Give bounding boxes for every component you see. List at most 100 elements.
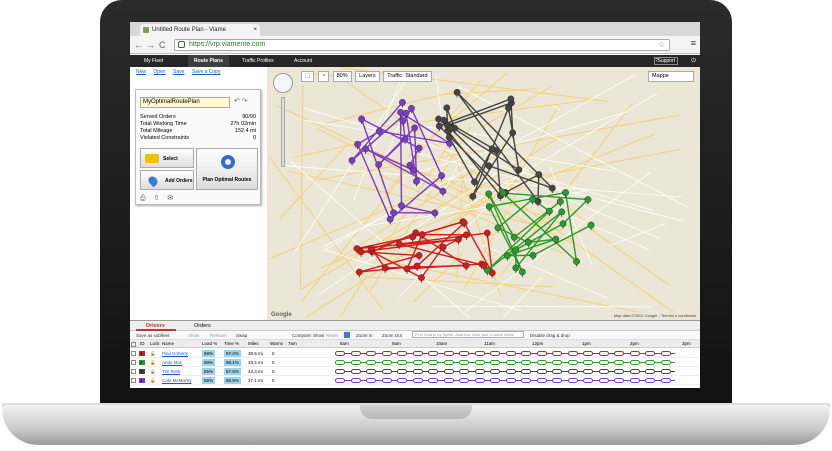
remove-button[interactable]: Remove (210, 331, 227, 340)
table-row[interactable]: 2 🔓 Andy Mac 68% 98.1% 33.4 mi 0 (130, 358, 700, 367)
timeline-stop[interactable] (459, 351, 469, 356)
timeline-stop[interactable] (614, 378, 624, 383)
back-icon[interactable]: ← (134, 39, 143, 51)
tab-orders[interactable]: Orders (184, 321, 211, 331)
nav-route-plans[interactable]: Route Plans (188, 55, 229, 67)
nav-my-fleet[interactable]: My Fleet (138, 55, 169, 67)
row-checkbox[interactable] (131, 378, 136, 383)
timeline-stop[interactable] (629, 360, 640, 365)
timeline-stop[interactable] (536, 360, 547, 365)
driver-name-link[interactable]: Paul Doherty (162, 349, 188, 358)
row-checkbox[interactable] (131, 351, 136, 356)
tab-drivers[interactable]: Drivers (136, 321, 176, 331)
timeline-stop[interactable] (350, 351, 361, 356)
reset-button[interactable]: Reset (326, 331, 338, 340)
timeline-stop[interactable] (381, 351, 392, 356)
save-link[interactable]: Save (173, 69, 184, 75)
reload-icon[interactable]: C (159, 39, 166, 51)
open-link[interactable]: Open (153, 69, 165, 75)
timeline-stop[interactable] (552, 369, 562, 374)
timeline-stop[interactable] (583, 351, 593, 356)
layers-button[interactable]: Layers (355, 71, 380, 82)
close-tab-icon[interactable]: × (253, 24, 257, 36)
timeline-stop[interactable] (490, 378, 500, 383)
timeline-stop[interactable] (583, 378, 593, 383)
timeline-stop[interactable] (645, 369, 655, 374)
timeline-stop[interactable] (536, 351, 547, 356)
timeline-stop[interactable] (412, 360, 423, 365)
traffic-button[interactable]: Traffic: Standard (383, 71, 432, 82)
timeline-stop[interactable] (598, 369, 609, 374)
nav-traffic-profiles[interactable]: Traffic Profiles (236, 55, 280, 67)
zoom-out-button[interactable]: Zoom Out (382, 331, 402, 340)
timeline-stop[interactable] (350, 369, 361, 374)
driver-name-link[interactable]: Cate McMurtry (162, 376, 192, 385)
show-button[interactable]: Show (188, 331, 199, 340)
timeline-stop[interactable] (459, 378, 469, 383)
timeline-stop[interactable] (552, 351, 562, 356)
add-orders-button[interactable]: Add Orders (140, 170, 194, 190)
timeline-stop[interactable] (536, 378, 547, 383)
timeline-stop[interactable] (490, 360, 500, 365)
timeline-stop[interactable] (521, 378, 531, 383)
lock-icon[interactable]: 🔓 (150, 358, 156, 367)
compare-icon[interactable] (344, 332, 350, 338)
timeline-stop[interactable] (443, 378, 454, 383)
save-subfleet-button[interactable]: Save as subfleet (136, 331, 169, 340)
lock-icon[interactable]: 🔓 (150, 349, 156, 358)
timeline-stop[interactable] (505, 360, 516, 365)
timeline-stop[interactable] (443, 360, 454, 365)
timeline-stop[interactable] (459, 360, 469, 365)
print-icon[interactable]: ⎙ (140, 195, 146, 202)
new-link[interactable]: New (136, 69, 146, 75)
plan-name-field[interactable]: MyOptimalRoutePlan (140, 97, 230, 108)
zoom-level[interactable]: 80% (332, 71, 352, 82)
timeline-stop[interactable] (660, 369, 671, 374)
timeline-stop[interactable] (428, 351, 438, 356)
timeline-stop[interactable] (335, 360, 345, 365)
timeline-stop[interactable] (567, 360, 578, 365)
pan-control[interactable] (273, 73, 293, 93)
timeline-stop[interactable] (397, 378, 407, 383)
table-row[interactable]: 1 🔓 Paul Doherty 68% 97.4% 38.6 mi 0 (130, 349, 700, 358)
timeline-stop[interactable] (381, 378, 392, 383)
timeline-stop[interactable] (645, 351, 655, 356)
url-field[interactable]: https://vrp.viamente.com ☆ (174, 39, 670, 51)
timeline-stop[interactable] (459, 369, 469, 374)
browser-tab[interactable]: Untitled Route Plan - Viame × (140, 24, 260, 36)
timeline-stop[interactable] (567, 378, 578, 383)
timeline-stop[interactable] (598, 378, 609, 383)
timeline-stop[interactable] (443, 351, 454, 356)
timeline-stop[interactable] (350, 378, 361, 383)
row-checkbox[interactable] (131, 369, 136, 374)
timeline-stop[interactable] (397, 351, 407, 356)
timeline-stop[interactable] (660, 360, 671, 365)
timeline-stop[interactable] (490, 369, 500, 374)
gauge-icon[interactable]: ◔ (317, 71, 330, 82)
timeline-stop[interactable] (583, 360, 593, 365)
timeline-stop[interactable] (397, 369, 407, 374)
row-checkbox[interactable] (131, 360, 136, 365)
save-copy-link[interactable]: Save a Copy (192, 69, 221, 75)
driver-name-link[interactable]: Andy Mac (162, 358, 182, 367)
disable-drag-checkbox[interactable]: Disable drag & drop (530, 331, 570, 340)
power-icon[interactable]: ⏻ (691, 55, 696, 67)
timeline-stop[interactable] (474, 351, 485, 356)
timeline-stop[interactable] (583, 369, 593, 374)
driver-timeline[interactable] (335, 350, 695, 357)
map-type-select[interactable]: Mappe (648, 71, 694, 82)
lock-icon[interactable]: 🔓 (150, 367, 156, 376)
timeline-stop[interactable] (552, 360, 562, 365)
timeline-stop[interactable] (552, 378, 562, 383)
plan-optimal-routes-button[interactable]: Plan Optimal Routes (196, 148, 258, 190)
export-icon[interactable]: ⇧ (154, 195, 160, 202)
driver-timeline[interactable] (335, 377, 695, 384)
timeline-stop[interactable] (567, 369, 578, 374)
timeline-stop[interactable] (521, 351, 531, 356)
timeline-stop[interactable] (521, 360, 531, 365)
timeline-stop[interactable] (490, 351, 500, 356)
compare-show-button[interactable]: Compare: Show (292, 331, 324, 340)
timeline-stop[interactable] (366, 369, 376, 374)
timeline-stop[interactable] (536, 369, 547, 374)
table-row[interactable]: 4 🔓 Cate McMurtry 68% 96.9% 37.1 mi 0 (130, 376, 700, 385)
